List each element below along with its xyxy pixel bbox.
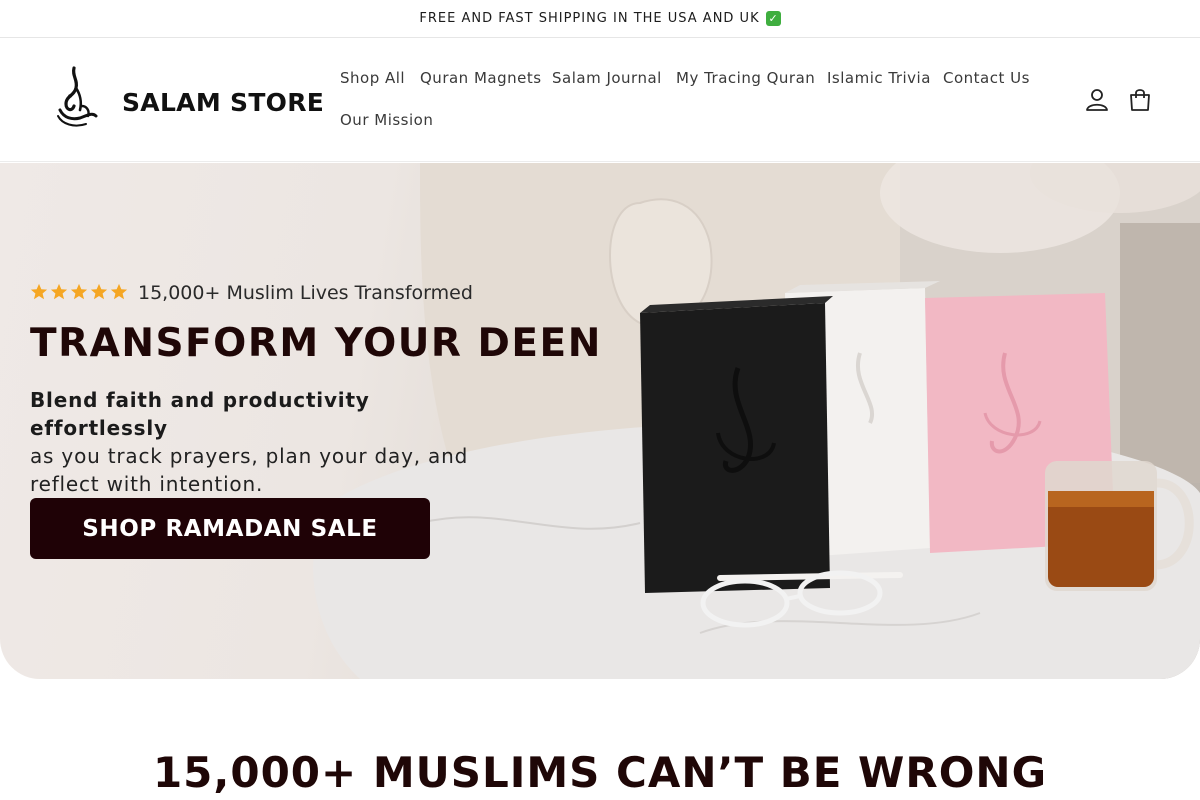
- shopping-bag-icon[interactable]: [1127, 87, 1153, 113]
- nav-item-our-mission[interactable]: Our Mission: [340, 111, 433, 129]
- hero-subtitle-bold: Blend faith and productivity effortlessl…: [30, 388, 370, 440]
- brand-name[interactable]: SALAM STORE: [122, 88, 324, 117]
- announcement-text: FREE AND FAST SHIPPING IN THE USA AND UK: [419, 11, 760, 26]
- announcement-bar: FREE AND FAST SHIPPING IN THE USA AND UK…: [0, 0, 1200, 38]
- hero-title: TRANSFORM YOUR DEEN: [30, 321, 602, 366]
- nav-item-islamic-trivia[interactable]: Islamic Trivia: [827, 69, 931, 87]
- star-icon: [110, 283, 128, 300]
- arabic-calligraphy-logo-icon[interactable]: [52, 66, 100, 130]
- star-icon: [30, 283, 48, 300]
- hero-subtitle: Blend faith and productivity effortlessl…: [30, 386, 470, 498]
- nav-item-shop-all[interactable]: Shop All: [340, 69, 405, 87]
- rating-text: 15,000+ Muslim Lives Transformed: [138, 282, 473, 304]
- star-icon: [90, 283, 108, 300]
- section-title: 15,000+ MUSLIMS CAN’T BE WRONG: [152, 748, 1048, 797]
- rating-stars: [30, 283, 128, 301]
- nav-item-quran-magnets[interactable]: Quran Magnets: [420, 69, 542, 87]
- hero-subtitle-rest: as you track prayers, plan your day, and…: [30, 444, 469, 496]
- user-icon[interactable]: [1084, 87, 1110, 113]
- nav-item-contact-us[interactable]: Contact Us: [943, 69, 1030, 87]
- nav-item-salam-journal[interactable]: Salam Journal: [552, 69, 662, 87]
- star-icon: [70, 283, 88, 300]
- hero-banner: 15,000+ Muslim Lives Transformed TRANSFO…: [0, 163, 1200, 679]
- site-header: SALAM STORE Shop All Quran Magnets Salam…: [0, 38, 1200, 162]
- nav-item-my-tracing-quran[interactable]: My Tracing Quran: [676, 69, 815, 87]
- star-icon: [50, 283, 68, 300]
- shop-ramadan-sale-button[interactable]: SHOP RAMADAN SALE: [30, 498, 430, 559]
- check-mark-icon: ✓: [765, 11, 781, 26]
